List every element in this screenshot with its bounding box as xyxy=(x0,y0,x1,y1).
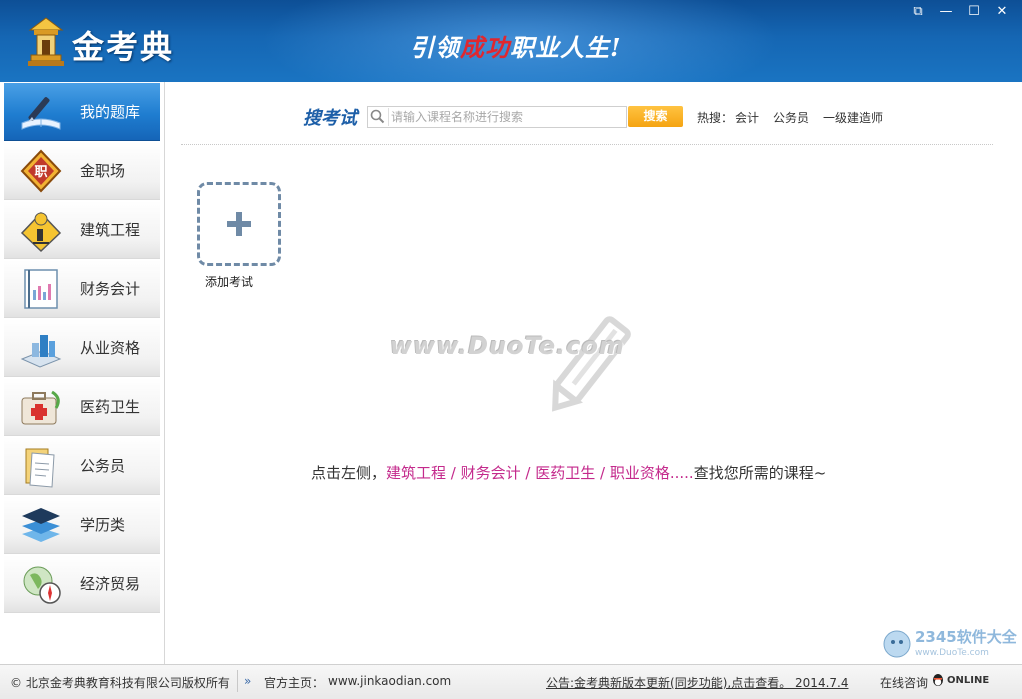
hint-separator: / xyxy=(520,464,536,482)
homepage-link[interactable]: www.jinkaodian.com xyxy=(328,674,451,688)
ledger-chart-icon xyxy=(24,268,58,309)
sidebar-item-medical[interactable]: 医药卫生 xyxy=(4,378,160,436)
hint-link-medical[interactable]: 医药卫生 xyxy=(535,464,595,482)
double-chevron-icon: » xyxy=(244,674,252,688)
online-badge-text: ONLINE xyxy=(947,674,990,686)
sidebar-item-civil-servant[interactable]: 公务员 xyxy=(4,437,160,495)
svg-text:职: 职 xyxy=(34,165,47,180)
hot-search-constructor[interactable]: 一级建造师 xyxy=(823,109,883,126)
sidebar-item-finance[interactable]: 财务会计 xyxy=(4,260,160,318)
construction-worker-icon xyxy=(20,211,62,252)
search-icon xyxy=(370,109,385,124)
certificate-books-icon xyxy=(20,334,62,368)
hot-searches: 热搜： 会计 公务员 一级建造师 xyxy=(697,109,883,126)
sidebar-item-label: 经济贸易 xyxy=(80,575,141,593)
slogan-highlight: 成功 xyxy=(460,33,510,62)
hint-link-qualification[interactable]: 职业资格 xyxy=(610,464,670,482)
sidebar-item-label: 医药卫生 xyxy=(80,398,141,416)
hint-separator: / xyxy=(595,464,610,482)
hint-prefix: 点击左侧， xyxy=(311,464,387,482)
slogan-part2: 职业人生! xyxy=(510,33,622,62)
empty-state-hint: 点击左侧，建筑工程 / 财务会计 / 医药卫生 / 职业资格.....查找您所需… xyxy=(311,462,826,483)
software-site-badge: 2345软件大全 www.DuoTe.com xyxy=(883,628,1018,658)
sidebar-item-economy[interactable]: 经济贸易 xyxy=(4,555,160,613)
sidebar-item-label: 从业资格 xyxy=(80,339,141,357)
search-input[interactable] xyxy=(388,108,626,126)
pagoda-logo-icon xyxy=(28,17,64,66)
maximize-window-button[interactable]: ☐ xyxy=(960,3,988,21)
search-box xyxy=(367,106,627,128)
copyright-text: © 北京金考典教育科技有限公司版权所有 xyxy=(10,676,230,690)
search-divider xyxy=(181,144,993,145)
sidebar-item-label: 公务员 xyxy=(80,457,126,475)
title-bar: 金考典 引领成功职业人生! ⧉ — ☐ ✕ xyxy=(0,0,1022,82)
sidebar-item-qualification[interactable]: 从业资格 xyxy=(4,319,160,377)
app-logo-text: 金考典 xyxy=(72,28,175,66)
add-exam-button[interactable] xyxy=(197,182,281,266)
hot-search-accounting[interactable]: 会计 xyxy=(735,109,759,126)
badge-title: 2345软件大全 xyxy=(915,628,1018,646)
stacked-layers-icon xyxy=(22,507,60,542)
sidebar-item-label: 金职场 xyxy=(80,162,126,180)
watermark-text: www.DuoTe.com xyxy=(390,332,625,360)
sidebar-item-academic[interactable]: 学历类 xyxy=(4,496,160,554)
hint-suffix: 查找您所需的课程~ xyxy=(693,464,827,482)
hint-dots: ..... xyxy=(669,464,694,482)
window-controls: ⧉ — ☐ ✕ xyxy=(904,3,1016,21)
sidebar-item-gold-career[interactable]: 职 金职场 xyxy=(4,142,160,200)
slogan-part1: 引领 xyxy=(410,33,460,62)
sidebar-item-label: 我的题库 xyxy=(80,103,141,121)
medical-kit-icon xyxy=(21,390,60,424)
restore-window-button[interactable]: ⧉ xyxy=(904,3,932,21)
status-bar: © 北京金考典教育科技有限公司版权所有 » 官方主页： www.jinkaodi… xyxy=(0,664,1022,699)
category-sidebar: 我的题库 职 金职场 建筑工程 财务会计 从业资格 医药卫生 公务员 学历类 经… xyxy=(0,82,165,664)
add-exam-label: 添加考试 xyxy=(205,275,254,289)
sidebar-item-construction[interactable]: 建筑工程 xyxy=(4,201,160,259)
main-panel: 搜考试 搜索 热搜： 会计 公务员 一级建造师 添加考试 www.DuoTe.c… xyxy=(165,82,1022,664)
notice-link[interactable]: 公告:金考典新版本更新(同步功能),点击查看。 2014.7.4 xyxy=(546,674,848,691)
close-window-button[interactable]: ✕ xyxy=(988,3,1016,21)
minimize-window-button[interactable]: — xyxy=(932,3,960,21)
online-consult-label[interactable]: 在线咨询 xyxy=(880,674,928,691)
documents-icon xyxy=(25,448,55,488)
hint-separator: / xyxy=(446,464,461,482)
hot-search-civil-servant[interactable]: 公务员 xyxy=(773,109,809,126)
pen-book-icon xyxy=(21,96,61,130)
job-badge-icon: 职 xyxy=(20,149,62,192)
sidebar-item-my-question-bank[interactable]: 我的题库 xyxy=(4,83,160,141)
hint-link-construction[interactable]: 建筑工程 xyxy=(386,464,446,482)
online-consult-button[interactable]: ONLINE xyxy=(931,672,989,688)
plus-icon xyxy=(227,212,251,236)
slogan: 引领成功职业人生! xyxy=(410,28,622,63)
sidebar-item-label: 学历类 xyxy=(80,516,126,534)
search-button[interactable]: 搜索 xyxy=(628,106,683,127)
badge-url: www.DuoTe.com xyxy=(915,648,989,658)
footer-separator xyxy=(237,670,238,692)
homepage-label: 官方主页： xyxy=(264,676,325,690)
sidebar-item-label: 财务会计 xyxy=(80,280,141,298)
search-title: 搜考试 xyxy=(303,108,357,129)
qq-penguin-icon xyxy=(933,674,943,686)
globe-compass-icon xyxy=(23,566,61,604)
hot-search-label: 热搜： xyxy=(697,111,734,125)
sidebar-item-label: 建筑工程 xyxy=(80,221,141,239)
hint-link-finance[interactable]: 财务会计 xyxy=(461,464,521,482)
